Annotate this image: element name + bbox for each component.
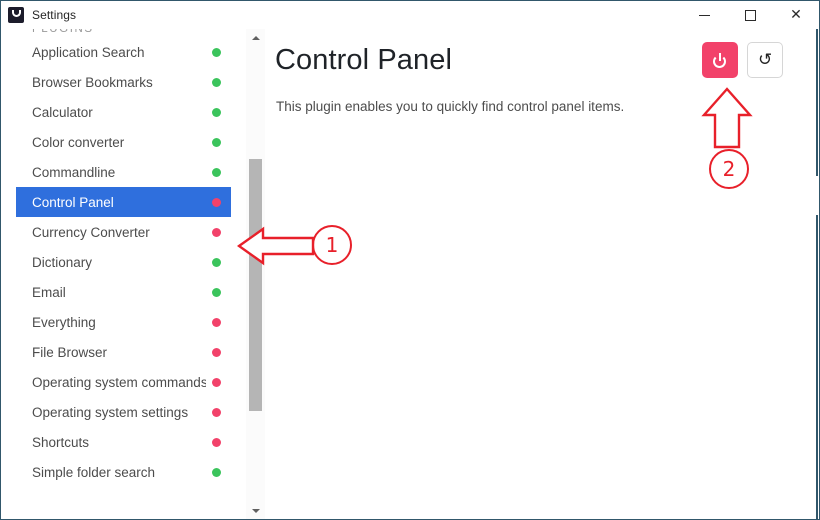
plugin-description: This plugin enables you to quickly find … — [276, 99, 625, 114]
plugin-list-scrollbar[interactable] — [246, 29, 265, 519]
plugin-status-dot — [212, 287, 221, 297]
plugin-list-item-label: File Browser — [32, 344, 108, 360]
plugins-section-header: PLUGINS — [32, 29, 94, 35]
flow-launcher-icon — [8, 7, 24, 23]
plugin-list-item-label: Browser Bookmarks — [32, 74, 153, 90]
plugin-status-dot — [212, 257, 221, 267]
scroll-down-icon — [251, 508, 260, 513]
plugin-list-item[interactable]: Email — [16, 277, 231, 307]
plugin-list-item[interactable]: Application Search — [16, 37, 231, 67]
plugin-list-item[interactable]: File Browser — [16, 337, 231, 367]
plugin-status-dot — [212, 347, 221, 357]
power-toggle-button[interactable] — [702, 42, 738, 78]
annotation-number-1: 1 — [312, 225, 352, 265]
plugin-list-inner: PLUGINS Application Search Browser Bookma… — [2, 29, 245, 487]
scroll-up-button[interactable] — [246, 29, 265, 46]
plugin-list-item[interactable]: Control Panel — [16, 187, 231, 217]
power-icon — [713, 52, 728, 68]
plugin-status-dot — [212, 227, 221, 237]
plugin-list[interactable]: PLUGINS Application Search Browser Bookma… — [2, 29, 245, 519]
plugin-list-item[interactable]: Everything — [16, 307, 231, 337]
content-scrollbar[interactable] — [807, 29, 818, 519]
plugin-list-item-label: Control Panel — [32, 194, 114, 210]
plugin-list-item[interactable]: Operating system settings — [16, 397, 231, 427]
plugin-list-item[interactable]: Commandline — [16, 157, 231, 187]
plugin-status-dot — [212, 317, 221, 327]
plugin-list-item-label: Color converter — [32, 134, 125, 150]
maximize-icon — [744, 9, 756, 21]
plugin-list-item[interactable]: Operating system commands — [16, 367, 231, 397]
window-title: Settings — [32, 8, 77, 22]
content-scrollbar-thumb-lower[interactable] — [816, 215, 818, 519]
plugin-status-dot — [212, 437, 221, 447]
plugin-status-dot — [212, 47, 221, 57]
plugin-list-item-label: Shortcuts — [32, 434, 90, 450]
plugin-actions: ↻ — [702, 42, 783, 78]
plugin-status-dot — [212, 77, 221, 87]
plugin-list-item-label: Operating system settings — [32, 404, 189, 420]
close-button[interactable]: ✕ — [773, 1, 819, 29]
title-bar: Settings ✕ — [1, 1, 819, 29]
plugin-list-item-label: Dictionary — [32, 254, 93, 270]
plugin-list-item[interactable]: Simple folder search — [16, 457, 231, 487]
plugin-status-dot — [212, 197, 221, 207]
plugin-list-item-label: Email — [32, 284, 66, 300]
plugin-detail-pane: Control Panel This plugin enables you to… — [265, 29, 806, 519]
reset-button[interactable]: ↻ — [747, 42, 783, 78]
plugin-list-item-label: Currency Converter — [32, 224, 150, 240]
window-controls: ✕ — [681, 1, 819, 29]
plugin-status-dot — [212, 137, 221, 147]
reset-icon: ↻ — [757, 49, 773, 70]
plugin-list-item[interactable]: Calculator — [16, 97, 231, 127]
plugin-status-dot — [212, 107, 221, 117]
plugin-list-item-label: Commandline — [32, 164, 116, 180]
scroll-up-icon — [251, 35, 260, 40]
plugin-status-dot — [212, 467, 221, 477]
plugin-list-item[interactable]: Currency Converter — [16, 217, 231, 247]
annotation-number-2: 2 — [709, 149, 749, 189]
plugin-status-dot — [212, 167, 221, 177]
content-scrollbar-thumb-upper[interactable] — [816, 29, 818, 176]
plugin-list-item-label: Everything — [32, 314, 96, 330]
minimize-icon — [698, 14, 710, 16]
plugin-list-item[interactable]: Color converter — [16, 127, 231, 157]
scrollbar-thumb[interactable] — [249, 159, 262, 411]
scroll-down-button[interactable] — [246, 502, 265, 519]
settings-window: Settings ✕ PLUGINS Application Search Bro… — [0, 0, 820, 520]
plugin-list-item-label: Application Search — [32, 44, 145, 60]
minimize-button[interactable] — [681, 1, 727, 29]
plugin-list-item-label: Calculator — [32, 104, 93, 120]
plugin-list-item-label: Operating system commands — [32, 374, 206, 390]
plugin-rows: Application Search Browser Bookmarks Calcu… — [2, 37, 245, 487]
plugin-list-item-label: Simple folder search — [32, 464, 156, 480]
maximize-button[interactable] — [727, 1, 773, 29]
plugin-list-item[interactable]: Dictionary — [16, 247, 231, 277]
close-icon: ✕ — [790, 7, 802, 23]
plugin-status-dot — [212, 377, 221, 387]
plugin-status-dot — [212, 407, 221, 417]
plugin-list-item[interactable]: Browser Bookmarks — [16, 67, 231, 97]
page-title: Control Panel — [275, 44, 453, 76]
plugin-list-item[interactable]: Shortcuts — [16, 427, 231, 457]
